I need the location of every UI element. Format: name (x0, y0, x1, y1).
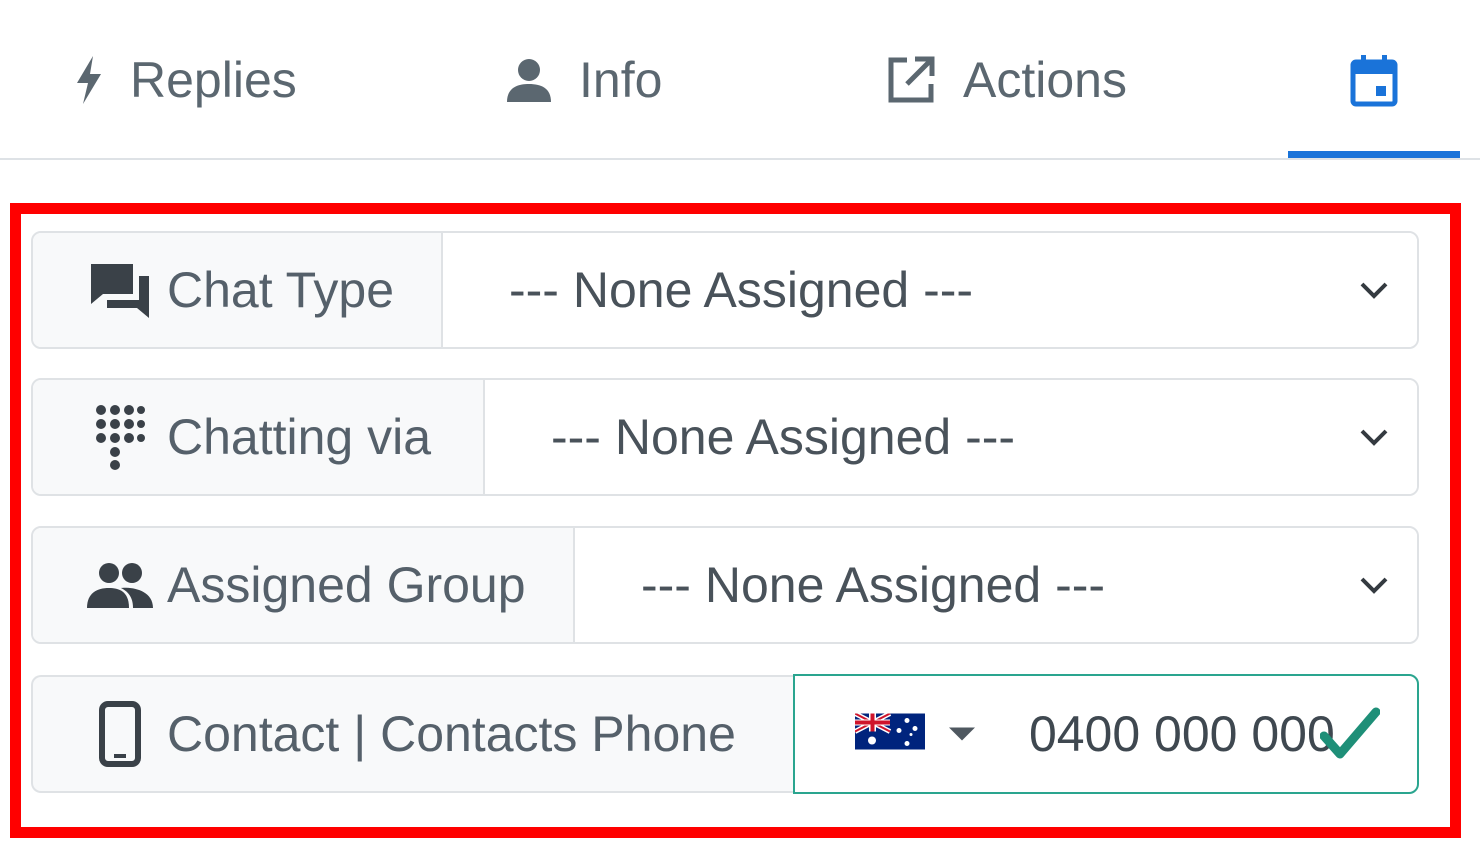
external-link-icon (885, 54, 937, 106)
tab-actions[interactable]: Actions (885, 0, 1127, 160)
page: Replies Info Actions Chat Type --- None … (0, 0, 1480, 844)
tab-replies-label: Replies (130, 52, 297, 108)
tab-calendar[interactable] (1288, 0, 1460, 160)
tab-info-label: Info (579, 52, 663, 108)
tab-info[interactable]: Info (505, 0, 662, 160)
highlight-frame (10, 203, 1461, 838)
calendar-icon (1349, 53, 1399, 107)
person-icon (505, 57, 553, 103)
lightning-bolt-icon (74, 55, 104, 105)
active-tab-indicator (1288, 151, 1460, 158)
tab-bar: Replies Info Actions (0, 0, 1480, 160)
tab-actions-label: Actions (963, 52, 1127, 108)
tab-replies[interactable]: Replies (74, 0, 297, 160)
